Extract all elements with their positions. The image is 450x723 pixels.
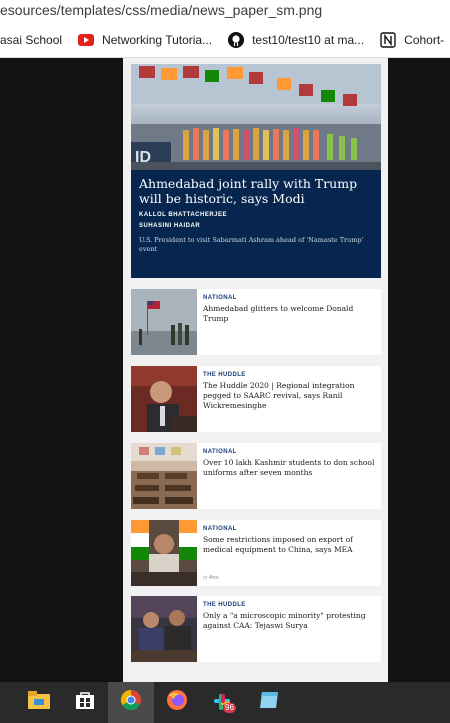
article-time: 4hrs (208, 575, 219, 581)
article-headline[interactable]: The Huddle 2020 | Regional integration p… (203, 381, 377, 411)
url-text: esources/templates/css/media/news_paper_… (0, 2, 323, 18)
taskbar-firefox[interactable] (154, 682, 200, 723)
slack-icon: 96 (211, 691, 236, 715)
bookmark-cohort[interactable]: Cohort- (380, 31, 445, 48)
article-card[interactable]: THE HUDDLE The Huddle 2020 | Regional in… (131, 366, 381, 432)
article-thumbnail (131, 596, 197, 662)
article-category: NATIONAL (203, 526, 237, 532)
taskbar-notes[interactable] (246, 682, 292, 723)
article-card[interactable]: NATIONAL Some restrictions imposed on ex… (131, 520, 381, 586)
chrome-icon (120, 689, 142, 716)
article-category: NATIONAL (203, 449, 237, 455)
article-category: NATIONAL (203, 295, 237, 301)
article-thumbnail (131, 443, 197, 509)
bookmark-networking[interactable]: Networking Tutoria... (78, 32, 212, 48)
github-icon (228, 31, 245, 48)
article-card[interactable]: THE HUDDLE Only a "a microscopic minorit… (131, 596, 381, 662)
newspaper-page: ID Ahmedabad joint rally with Trump will… (123, 58, 388, 682)
clock-icon: ◷ (203, 575, 208, 581)
article-card[interactable]: NATIONAL Ahmedabad glitters to welcome D… (131, 289, 381, 355)
article-timestamp: ◷ 4hrs (203, 575, 219, 581)
bookmarks-bar: asai School Networking Tutoria... test10… (0, 22, 450, 58)
hero-title: Ahmedabad joint rally with Trump will be… (139, 176, 358, 206)
bookmark-label: asai School (0, 32, 63, 47)
taskbar-store[interactable] (62, 682, 108, 723)
file-explorer-icon (28, 691, 50, 714)
youtube-icon (78, 32, 95, 48)
hero-subtitle: U.S. President to visit Sabarmati Ashram… (139, 236, 364, 253)
article-category: THE HUDDLE (203, 372, 246, 378)
bookmark-label: Networking Tutoria... (102, 32, 213, 47)
notification-badge: 96 (223, 702, 236, 713)
bookmark-label: test10/test10 at ma... (252, 32, 365, 47)
article-headline[interactable]: Ahmedabad glitters to welcome Donald Tru… (203, 304, 377, 324)
taskbar-chrome[interactable] (108, 682, 154, 723)
firefox-icon (166, 689, 188, 716)
notion-icon (380, 31, 396, 48)
store-icon (75, 690, 95, 715)
bookmark-github[interactable]: test10/test10 at ma... (228, 31, 365, 48)
hero-author-1: KALLOL BHATTACHERJEE (139, 212, 227, 218)
article-headline[interactable]: Over 10 lakh Kashmir students to don sch… (203, 458, 377, 478)
hero-author-2: SUHASINI HAIDAR (139, 223, 201, 229)
bookmark-label: Cohort- (404, 32, 445, 47)
taskbar-file-explorer[interactable] (16, 682, 62, 723)
article-headline[interactable]: Some restrictions imposed on export of m… (203, 535, 377, 555)
notes-icon (258, 690, 280, 715)
article-headline[interactable]: Only a "a microscopic minority" protesti… (203, 611, 377, 631)
hero-image: ID (131, 64, 381, 170)
address-bar[interactable]: esources/templates/css/media/news_paper_… (0, 0, 450, 22)
taskbar-slack[interactable]: 96 (200, 682, 246, 723)
article-thumbnail (131, 289, 197, 355)
taskbar: 96 (0, 682, 450, 723)
article-card[interactable]: NATIONAL Over 10 lakh Kashmir students t… (131, 443, 381, 509)
article-thumbnail (131, 520, 197, 586)
article-thumbnail (131, 366, 197, 432)
image-viewport: ID Ahmedabad joint rally with Trump will… (0, 58, 450, 682)
hero-story[interactable]: ID Ahmedabad joint rally with Trump will… (131, 64, 381, 278)
article-category: THE HUDDLE (203, 602, 246, 608)
bookmark-school[interactable]: asai School (0, 33, 62, 47)
